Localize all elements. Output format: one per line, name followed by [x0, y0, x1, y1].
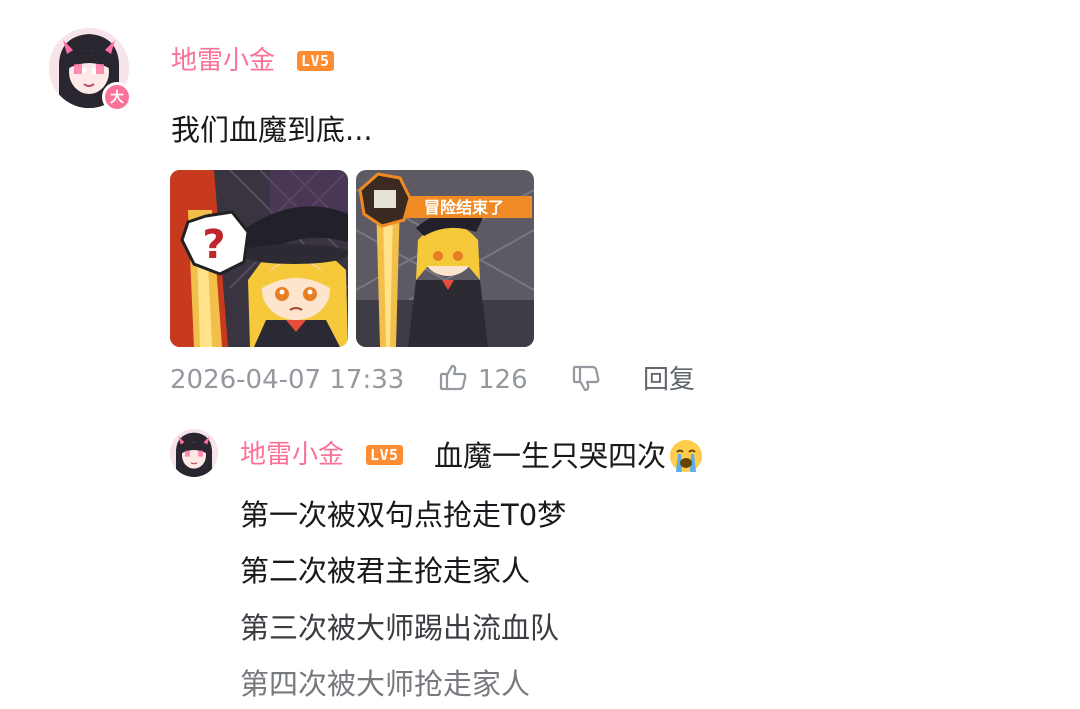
reply-text-line: 第三次被大师踢出流血队 [240, 611, 560, 645]
question-mark-reaction-image[interactable]: ? [170, 170, 348, 347]
reply-level-badge: LV5 [366, 445, 403, 465]
reply-user-avatar[interactable] [170, 429, 218, 477]
vip-badge: 大 [102, 82, 132, 112]
adventure-over-reaction-image[interactable]: 冒险结束了 [356, 170, 534, 347]
reply-first-text: 血魔一生只哭四次 [434, 439, 667, 473]
loudly-crying-face-icon [668, 438, 704, 474]
comment-username[interactable]: 地雷小金 [171, 45, 275, 77]
like-button[interactable]: 126 [438, 362, 528, 398]
reply-button[interactable]: 回复 [643, 362, 695, 398]
comment-timestamp: 2026-04-07 17:33 [170, 365, 405, 395]
reply-text-first-line: 血魔一生只哭四次 [434, 436, 704, 476]
level-badge: LV5 [297, 51, 334, 71]
dislike-button[interactable] [571, 364, 601, 394]
thumbs-down-icon [571, 365, 601, 398]
reply-username[interactable]: 地雷小金 [240, 439, 344, 471]
image-caption: 冒险结束了 [424, 198, 504, 217]
reply-text-line: 第一次被双句点抢走T0梦 [240, 498, 567, 532]
svg-text:?: ? [202, 222, 225, 268]
thumbs-up-icon [438, 362, 468, 399]
reply-text-line: 第四次被大师抢走家人 [240, 667, 531, 701]
like-count: 126 [478, 365, 528, 395]
comment-text: 我们血魔到底... [171, 113, 373, 147]
reply-text-line: 第二次被君主抢走家人 [240, 554, 531, 588]
